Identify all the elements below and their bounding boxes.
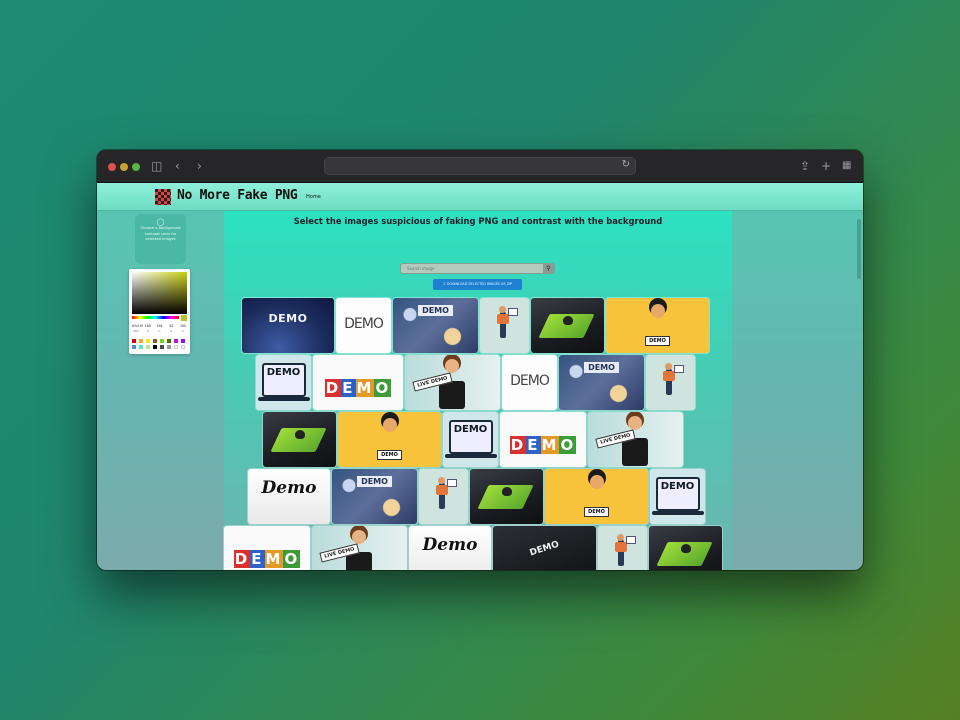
picker-label-row: HEX R G B A: [132, 330, 187, 333]
chevron-left-icon[interactable]: ‹: [175, 158, 180, 174]
image-tile[interactable]: [598, 526, 647, 570]
preset-color-swatch[interactable]: [167, 339, 171, 343]
image-tile[interactable]: DEMO: [256, 355, 311, 410]
share-icon[interactable]: ⇪: [800, 158, 810, 174]
preset-color-swatch[interactable]: [153, 345, 157, 349]
b-label: B: [170, 330, 173, 333]
b-field[interactable]: 42: [167, 324, 175, 328]
image-tile[interactable]: [470, 469, 543, 524]
preset-color-swatch[interactable]: [181, 339, 185, 343]
grid-icon[interactable]: ▦: [842, 158, 851, 174]
saturation-area[interactable]: [132, 272, 187, 314]
hue-slider[interactable]: [132, 316, 179, 319]
browser-titlebar: ◫ ‹ › ↻ ⇪ + ▦: [97, 150, 863, 183]
sidebar-icon[interactable]: ◫: [151, 158, 162, 174]
image-tile[interactable]: [649, 526, 722, 570]
a-field[interactable]: 100: [179, 324, 187, 328]
preset-color-swatch[interactable]: [174, 339, 178, 343]
preset-color-swatch[interactable]: [132, 339, 136, 343]
preset-color-swatch[interactable]: [139, 345, 143, 349]
g-label: G: [158, 330, 161, 333]
image-tile[interactable]: [646, 355, 695, 410]
preset-color-swatch[interactable]: [160, 339, 164, 343]
contrast-tip-card: ◯ Choose a background contrast color for…: [135, 214, 186, 264]
browser-window: ◫ ‹ › ↻ ⇪ + ▦ No More Fake PNG Home ◯ Ch…: [97, 150, 863, 570]
a-label: A: [182, 330, 184, 333]
image-tile[interactable]: DEMO: [502, 355, 557, 410]
search-placeholder: Search image: [407, 266, 435, 271]
preset-color-swatch[interactable]: [146, 345, 150, 349]
page-scrollbar[interactable]: [857, 219, 861, 279]
download-icon: ⇩: [442, 282, 446, 286]
image-tile[interactable]: DEMO: [242, 298, 334, 353]
image-tile[interactable]: DEMO: [338, 412, 441, 467]
image-tile[interactable]: [480, 298, 529, 353]
image-tile[interactable]: [419, 469, 468, 524]
image-tile[interactable]: DEMO: [332, 469, 417, 524]
picker-value-row: b3c1f5 180 194 42 100: [132, 324, 187, 328]
site-brand[interactable]: No More Fake PNG: [177, 188, 298, 203]
image-tile[interactable]: DEMO: [336, 298, 391, 353]
preset-colors: [132, 339, 187, 349]
preset-color-swatch[interactable]: [139, 339, 143, 343]
minimize-window-button[interactable]: [120, 163, 128, 171]
chevron-right-icon[interactable]: ›: [197, 158, 202, 174]
preset-color-swatch[interactable]: [174, 345, 178, 349]
image-tile[interactable]: DEMO: [393, 298, 478, 353]
download-zip-button[interactable]: ⇩ DOWNLOAD SELECTED IMAGES AS ZIP: [433, 279, 522, 290]
color-picker[interactable]: b3c1f5 180 194 42 100 HEX R G B A: [129, 269, 190, 354]
r-field[interactable]: 180: [144, 324, 152, 328]
preset-color-swatch[interactable]: [181, 345, 185, 349]
image-tile[interactable]: DEMO: [443, 412, 498, 467]
tip-text: Choose a background contrast color for s…: [140, 226, 181, 241]
r-label: R: [146, 330, 149, 333]
main-content: Select the images suspicious of faking P…: [224, 211, 732, 570]
nav-home-link[interactable]: Home: [306, 194, 321, 200]
selected-color-swatch: [181, 315, 187, 321]
zoom-window-button[interactable]: [132, 163, 140, 171]
plus-icon[interactable]: +: [821, 158, 831, 174]
hex-field[interactable]: b3c1f5: [132, 324, 143, 328]
preset-color-swatch[interactable]: [167, 345, 171, 349]
search-input[interactable]: Search image ⚲: [400, 263, 555, 274]
preset-color-swatch[interactable]: [160, 345, 164, 349]
address-bar[interactable]: ↻: [324, 157, 636, 175]
reload-icon[interactable]: ↻: [622, 159, 630, 170]
lightbulb-icon: ◯: [156, 218, 165, 226]
image-tile[interactable]: DEMO: [493, 526, 596, 570]
download-label: DOWNLOAD SELECTED IMAGES AS ZIP: [446, 282, 513, 286]
image-tile[interactable]: DEMO: [650, 469, 705, 524]
image-tile[interactable]: LIVE DEMO: [588, 412, 683, 467]
image-tile[interactable]: DEMO: [559, 355, 644, 410]
preset-color-swatch[interactable]: [132, 345, 136, 349]
image-tile[interactable]: [531, 298, 604, 353]
page-viewport: No More Fake PNG Home ◯ Choose a backgro…: [97, 183, 863, 570]
preset-color-swatch[interactable]: [146, 339, 150, 343]
close-window-button[interactable]: [108, 163, 116, 171]
image-tile[interactable]: DEMO: [224, 526, 310, 570]
search-icon[interactable]: ⚲: [543, 263, 554, 274]
page-title: Select the images suspicious of faking P…: [293, 216, 663, 226]
image-tile[interactable]: DEMO: [545, 469, 648, 524]
hex-label: HEX: [133, 330, 139, 333]
image-tile[interactable]: Demo: [248, 469, 330, 524]
image-tile[interactable]: [263, 412, 336, 467]
image-tile[interactable]: DEMO: [606, 298, 709, 353]
image-tile[interactable]: Demo: [409, 526, 491, 570]
preset-color-swatch[interactable]: [153, 339, 157, 343]
site-header: No More Fake PNG Home: [97, 183, 863, 211]
image-tile[interactable]: LIVE DEMO: [405, 355, 500, 410]
checkerboard-logo-icon[interactable]: [155, 189, 171, 205]
image-tile[interactable]: DEMO: [500, 412, 586, 467]
image-tile[interactable]: LIVE DEMO: [312, 526, 407, 570]
g-field[interactable]: 194: [156, 324, 164, 328]
image-tile[interactable]: DEMO: [313, 355, 403, 410]
